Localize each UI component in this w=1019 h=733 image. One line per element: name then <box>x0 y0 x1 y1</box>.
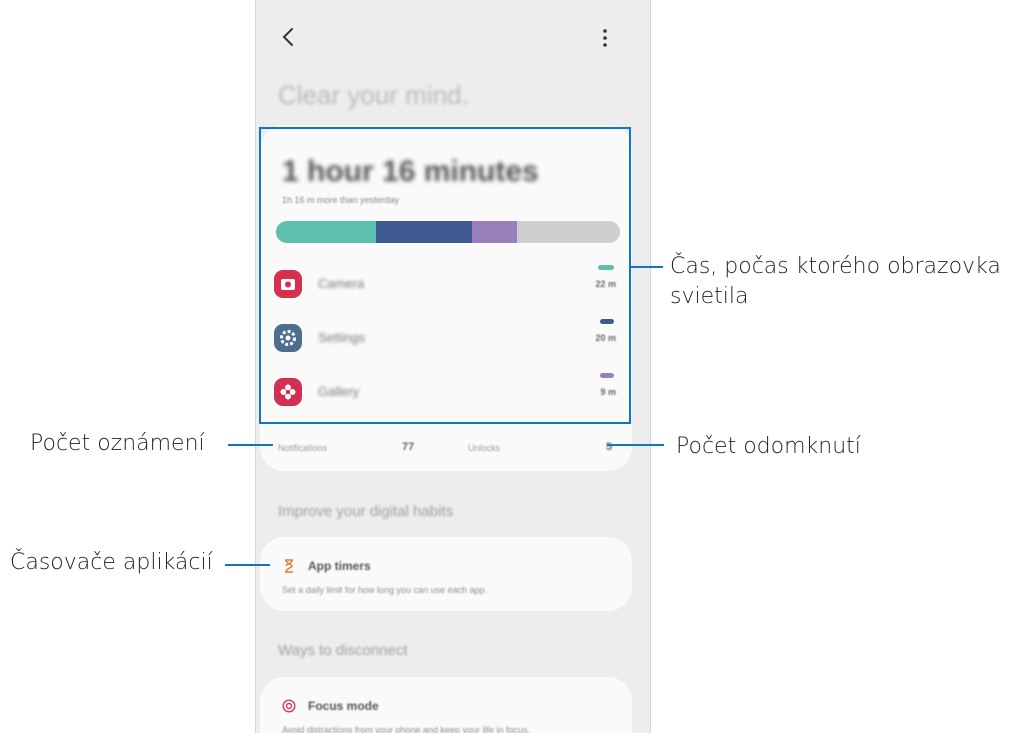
callout-app-timers: Časovače aplikácií <box>10 550 213 575</box>
callout-notifications: Počet oznámení <box>30 431 205 456</box>
notifications-label: Notifications <box>278 443 328 453</box>
top-bar <box>256 0 650 70</box>
callout-leader-notifications <box>228 444 273 446</box>
more-options-icon[interactable] <box>593 26 617 50</box>
ways-to-disconnect-title: Ways to disconnect <box>278 642 408 659</box>
unlocks-count: 5 <box>606 441 613 453</box>
back-icon[interactable] <box>274 22 304 52</box>
page-headline: Clear your mind. <box>278 80 469 110</box>
focus-mode-card[interactable]: Focus mode Avoid distractions from your … <box>260 677 632 733</box>
improve-habits-title: Improve your digital habits <box>278 503 454 520</box>
notifications-count: 77 <box>402 441 415 453</box>
app-timers-card[interactable]: App timers Set a daily limit for how lon… <box>260 537 632 611</box>
app-timers-description: Set a daily limit for how long you can u… <box>282 585 488 595</box>
callout-unlocks: Počet odomknutí <box>676 434 861 459</box>
unlocks-label: Unlocks <box>468 443 501 453</box>
screen-time-highlight <box>259 127 631 424</box>
callout-screen-time-line1: Čas, počas ktorého obrazovka <box>670 254 1001 279</box>
callout-screen-time: Čas, počas ktorého obrazovka svietila <box>670 252 1001 312</box>
focus-target-icon <box>282 699 296 713</box>
callout-leader-unlocks <box>607 444 664 446</box>
callout-screen-time-line2: svietila <box>670 284 749 309</box>
callout-leader-app-timers <box>225 564 270 566</box>
focus-mode-description: Avoid distractions from your phone and k… <box>282 725 530 733</box>
focus-mode-title: Focus mode <box>308 699 379 713</box>
callout-leader-screen-time <box>631 266 663 268</box>
app-timers-title: App timers <box>308 559 371 573</box>
hourglass-icon <box>285 559 293 573</box>
unlock-stats-card: Notifications 77 Unlocks 5 <box>260 431 632 471</box>
